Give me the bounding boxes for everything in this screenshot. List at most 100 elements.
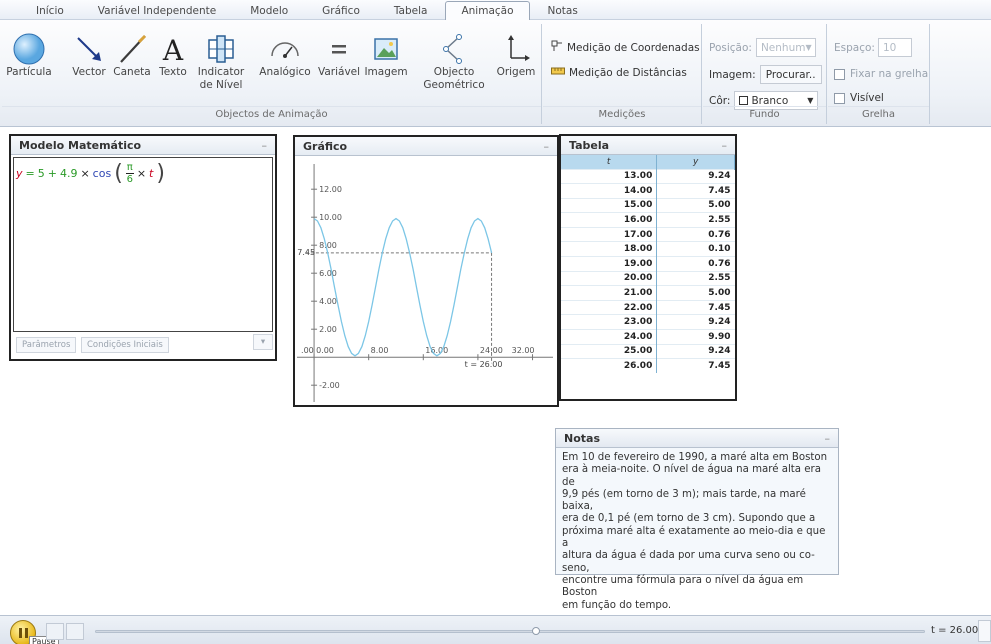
particula-button[interactable]: Partícula [6, 32, 52, 79]
tab-notas[interactable]: Notas [532, 1, 594, 19]
tab-animacao[interactable]: Animação [445, 1, 530, 20]
grafico-panel: Gráfico – 12.00 10.00 8.00 6.00 4.00 2.00 -2.0… [293, 135, 559, 407]
eq-times-2: × [136, 167, 147, 180]
grafico-panel-title[interactable]: Gráfico – [295, 137, 557, 156]
animation-control-bar: Pause t = 26.00 [0, 615, 991, 644]
espaco-input[interactable]: 10 [877, 38, 912, 57]
particle-icon [6, 32, 52, 66]
checkbox-icon [834, 68, 845, 80]
notes-line: em função do tempo. [562, 599, 672, 611]
eq-six: 6 [126, 174, 133, 185]
texto-button[interactable]: A Texto [155, 32, 191, 79]
imagem-label: Imagem [364, 66, 408, 78]
table-row[interactable]: 19.00 0.76 [561, 256, 735, 272]
table-row[interactable]: 21.00 5.00 [561, 285, 735, 301]
cell-y: 0.76 [656, 226, 735, 242]
coordinates-icon [551, 40, 563, 55]
analogico-label: Analógico [259, 66, 311, 78]
table-row[interactable]: 15.00 5.00 [561, 197, 735, 213]
group-label-grelha: Grelha [828, 106, 929, 122]
minimize-button[interactable]: – [262, 139, 268, 152]
cell-t: 18.00 [561, 241, 658, 257]
tab-grafico[interactable]: Gráfico [306, 1, 376, 19]
medicao-distancias-button[interactable]: Medição de Distâncias [551, 66, 687, 79]
visivel-checkbox[interactable]: Visível [834, 92, 884, 104]
minimize-button[interactable]: – [544, 140, 550, 153]
minimize-button[interactable]: – [722, 139, 728, 152]
particula-label: Partícula [6, 66, 52, 78]
cell-t: 23.00 [561, 314, 658, 330]
column-header-y[interactable]: y [656, 155, 735, 169]
caneta-button[interactable]: Caneta [111, 32, 153, 79]
y-tick-label: 4.00 [319, 297, 337, 306]
posicao-value: Nenhum [760, 41, 806, 54]
table-row[interactable]: 23.00 9.24 [561, 314, 735, 330]
table-row[interactable]: 14.00 7.45 [561, 183, 735, 199]
origem-button[interactable]: Origem [494, 32, 538, 79]
equation-editor[interactable]: y = 5 + 4.9 × cos ( π6 × t ) [13, 157, 273, 332]
condicoes-iniciais-button[interactable]: Condições Iniciais [81, 337, 169, 353]
equals-variable-icon [317, 32, 361, 66]
vector-button[interactable]: Vector [70, 32, 108, 79]
graph-canvas[interactable]: 12.00 10.00 8.00 6.00 4.00 2.00 -2.00 .00 0.00 8.… [295, 156, 557, 405]
indicator-nivel-label: Indicator de Nível [197, 66, 245, 91]
cell-y: 2.55 [656, 270, 735, 286]
tab-tabela[interactable]: Tabela [378, 1, 444, 19]
notas-text-area[interactable]: Em 10 de fevereiro de 1990, a maré alta … [556, 448, 838, 616]
cell-y: 7.45 [656, 299, 735, 315]
time-slider-thumb[interactable] [531, 627, 540, 635]
step-forward-button[interactable] [66, 623, 84, 640]
medicao-coordenadas-button[interactable]: Medição de Coordenadas [551, 40, 700, 55]
cell-t: 17.00 [561, 226, 658, 242]
dropdown-button[interactable]: ▾ [253, 334, 273, 350]
posicao-select[interactable]: Nenhum ▼ [755, 38, 816, 57]
speed-box[interactable] [978, 620, 991, 642]
column-header-t[interactable]: t [561, 155, 658, 169]
variavel-button[interactable]: Variável [317, 32, 361, 79]
notes-line: Em 10 de fevereiro de 1990, a maré alta … [562, 452, 828, 463]
modelo-panel-title[interactable]: Modelo Matemático – [11, 136, 275, 155]
x-tick-label: 8.00 [371, 346, 389, 355]
table-row[interactable]: 16.00 2.55 [561, 212, 735, 228]
table-row[interactable]: 18.00 0.10 [561, 241, 735, 257]
app-window: Início Variável Independente Modelo Gráf… [0, 0, 991, 644]
imagem-button[interactable]: Imagem [364, 32, 408, 79]
indicator-nivel-button[interactable]: Indicator de Nível [196, 32, 246, 92]
visivel-label: Visível [850, 92, 884, 104]
tab-inicio[interactable]: Início [20, 1, 80, 19]
table-row[interactable]: 22.00 7.45 [561, 299, 735, 315]
distance-ruler-icon [551, 66, 565, 79]
tabela-panel-title[interactable]: Tabela – [561, 136, 735, 155]
chevron-down-icon: ▼ [805, 43, 812, 52]
cell-y: 5.00 [656, 285, 735, 301]
imagem-row: Imagem: Procurar.. [709, 65, 822, 84]
posicao-row: Posição: Nenhum ▼ [709, 38, 816, 57]
tab-variavel-independente[interactable]: Variável Independente [82, 1, 232, 19]
vector-label: Vector [72, 66, 106, 78]
eq-pi: π [125, 162, 134, 174]
cell-t: 14.00 [561, 183, 658, 199]
minimize-button[interactable]: – [825, 432, 831, 445]
notas-panel-title[interactable]: Notas – [556, 429, 838, 448]
table-row[interactable]: 17.00 0.76 [561, 226, 735, 242]
notas-title-text: Notas [564, 431, 600, 445]
ribbon: Partícula Vector Caneta A Texto Indicato… [0, 20, 991, 127]
parametros-button[interactable]: Parâmetros [16, 337, 77, 353]
cell-y: 9.90 [656, 329, 735, 345]
table-row[interactable]: 20.00 2.55 [561, 270, 735, 286]
tab-modelo[interactable]: Modelo [234, 1, 304, 19]
imagem-field-label: Imagem: [709, 68, 756, 81]
analogico-button[interactable]: Analógico [258, 32, 312, 79]
objecto-geometrico-button[interactable]: Objecto Geométrico [422, 32, 486, 92]
y-tick-label: 2.00 [319, 325, 337, 334]
fixar-grelha-checkbox[interactable]: Fixar na grelha [834, 68, 928, 80]
table-row[interactable]: 24.00 9.90 [561, 329, 735, 345]
time-slider-track[interactable] [95, 627, 925, 635]
table-row[interactable]: 25.00 9.24 [561, 343, 735, 359]
text-a-icon: A [155, 32, 191, 66]
table-row[interactable]: 26.00 7.45 [561, 358, 735, 374]
procurar-button[interactable]: Procurar.. [759, 65, 822, 84]
table-row[interactable]: 13.00 9.24 [561, 168, 735, 184]
step-back-button[interactable] [46, 623, 64, 640]
checkbox-icon [834, 92, 845, 104]
